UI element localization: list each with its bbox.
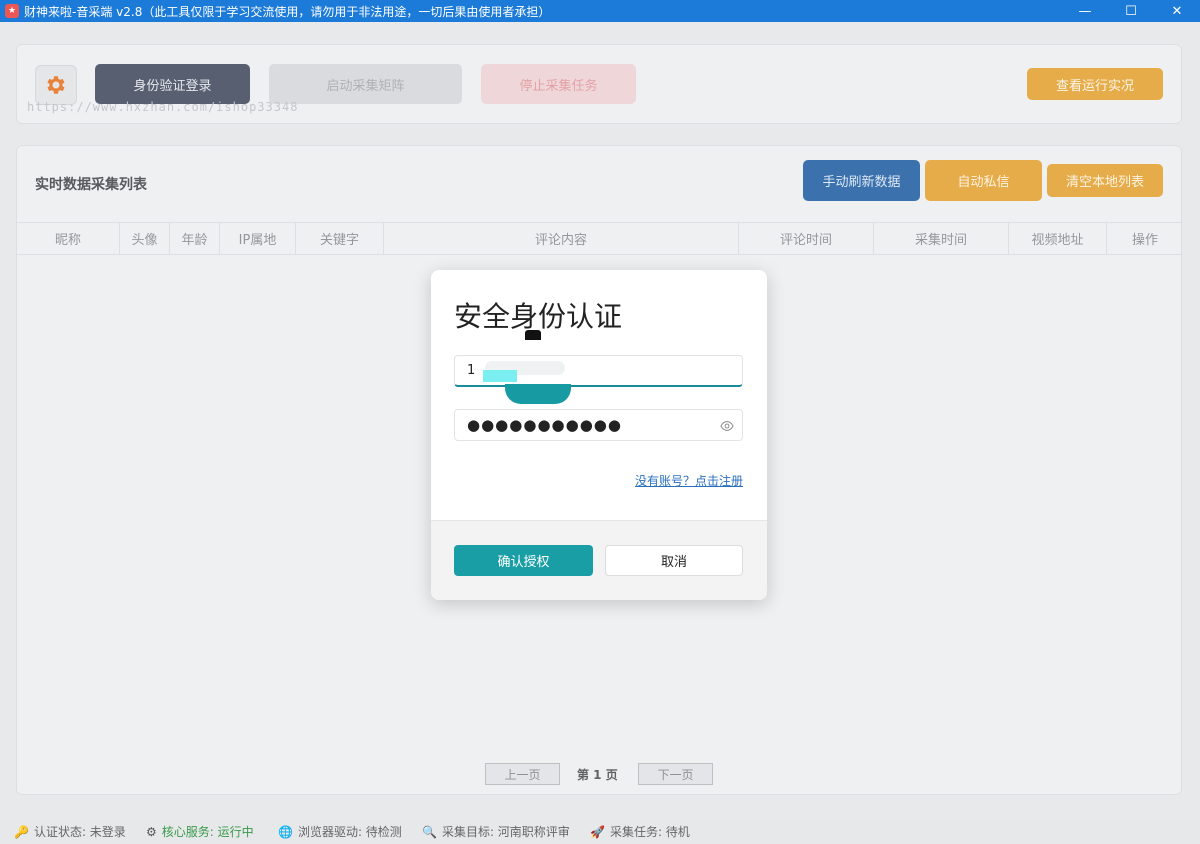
browser-driver-status: 🌐 浏览器驱动: 待检测 bbox=[278, 823, 402, 840]
service-icon: ⚙ bbox=[146, 824, 157, 839]
status-bar: 🔑 认证状态: 未登录 ⚙ 核心服务: 运行中 🌐 浏览器驱动: 待检测 🔍 采… bbox=[0, 818, 1200, 844]
target-status: 🔍 采集目标: 河南职称评审 bbox=[422, 823, 570, 840]
password-field[interactable]: ●●●●●●●●●●● bbox=[454, 409, 743, 441]
rocket-icon: 🚀 bbox=[590, 824, 605, 839]
target-status-text: 采集目标: 河南职称评审 bbox=[441, 825, 570, 839]
task-status-text: 采集任务: 待机 bbox=[609, 825, 690, 839]
username-field[interactable]: 1 bbox=[454, 355, 743, 404]
cancel-button[interactable]: 取消 bbox=[605, 545, 743, 576]
confirm-auth-button[interactable]: 确认授权 bbox=[454, 545, 593, 576]
redaction-blur bbox=[483, 370, 517, 382]
task-status: 🚀 采集任务: 待机 bbox=[590, 823, 690, 840]
username-value: 1 bbox=[467, 363, 476, 378]
auth-dialog: 安全身份认证 1 ●●●●●●●●●●● 没有账号？点击注册 确认授权 取消 bbox=[431, 270, 767, 600]
password-value: ●●●●●●●●●●● bbox=[467, 416, 622, 434]
window-controls: — ☐ ✕ bbox=[1062, 0, 1200, 22]
auth-status: 🔑 认证状态: 未登录 bbox=[14, 823, 126, 840]
dialog-title: 安全身份认证 bbox=[454, 300, 623, 333]
register-link[interactable]: 没有账号？点击注册 bbox=[635, 472, 743, 489]
app-icon: ★ bbox=[5, 4, 19, 18]
redaction-mark bbox=[525, 330, 541, 340]
window-title: 财神来啦-音采端 v2.8（此工具仅限于学习交流使用，请勿用于非法用途，一切后果… bbox=[24, 4, 551, 19]
auth-status-text: 认证状态: 未登录 bbox=[33, 825, 126, 839]
search-icon: 🔍 bbox=[422, 824, 437, 839]
core-service-status: ⚙ 核心服务: 运行中 bbox=[146, 823, 254, 840]
minimize-button[interactable]: — bbox=[1062, 0, 1108, 22]
window-titlebar: ★ 财神来啦-音采端 v2.8（此工具仅限于学习交流使用，请勿用于非法用途，一切… bbox=[0, 0, 1200, 22]
key-icon: 🔑 bbox=[14, 824, 29, 839]
globe-icon: 🌐 bbox=[278, 824, 293, 839]
core-service-text: 核心服务: 运行中 bbox=[161, 825, 254, 839]
redaction-blur bbox=[505, 384, 571, 404]
close-button[interactable]: ✕ bbox=[1154, 0, 1200, 22]
browser-driver-text: 浏览器驱动: 待检测 bbox=[297, 825, 402, 839]
dialog-footer: 确认授权 取消 bbox=[431, 520, 767, 600]
eye-icon[interactable] bbox=[720, 419, 734, 433]
maximize-button[interactable]: ☐ bbox=[1108, 0, 1154, 22]
